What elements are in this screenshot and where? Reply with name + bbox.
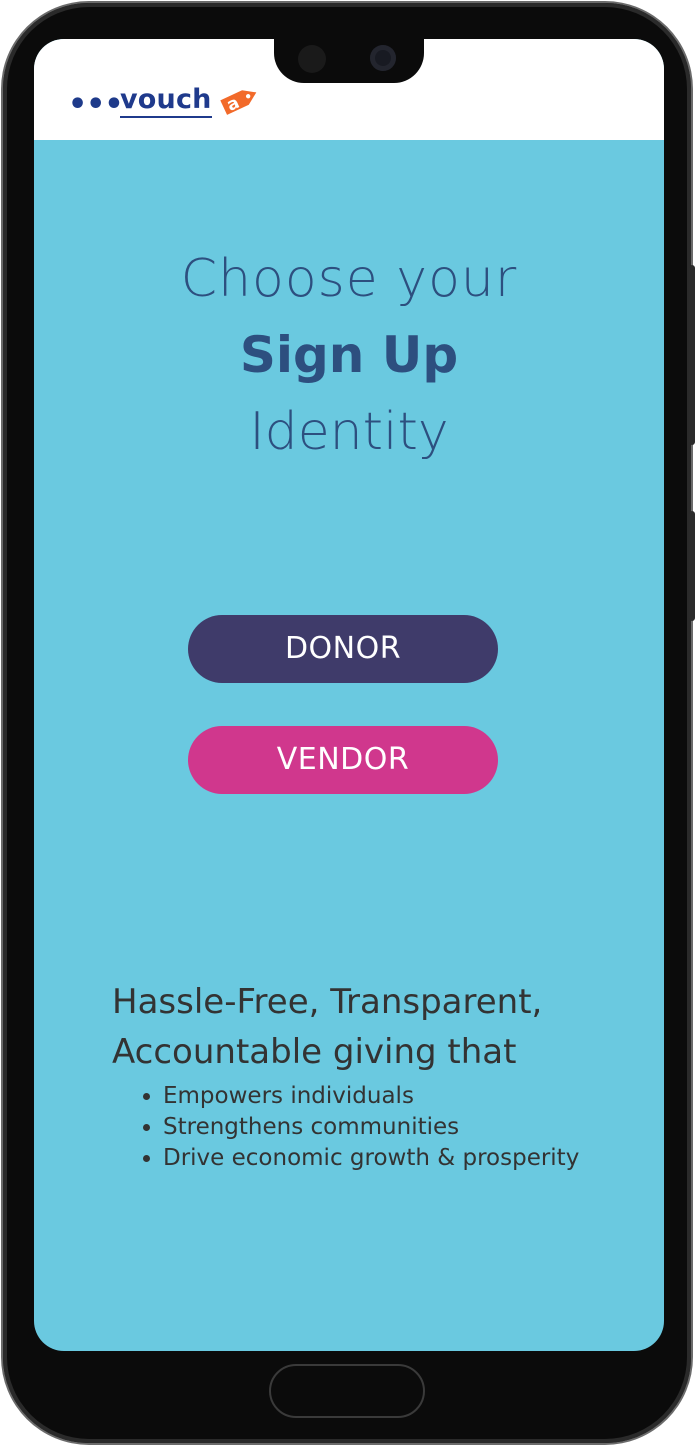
list-item: Empowers individuals (163, 1081, 583, 1112)
donor-button[interactable]: DONOR (188, 615, 498, 683)
benefit-list: Empowers individuals Strengthens communi… (138, 1081, 583, 1174)
list-item: Strengthens communities (163, 1112, 583, 1143)
front-camera-icon (370, 45, 396, 71)
tagline: Hassle-Free, Transparent, Accountable gi… (112, 982, 543, 1072)
heading-line-2: Sign Up (239, 326, 459, 384)
price-tag-icon: a (220, 90, 257, 116)
home-button[interactable] (269, 1364, 425, 1418)
volume-button (689, 265, 695, 445)
logo-text: vouch (120, 85, 212, 118)
app-header: ••• vouch a (34, 39, 664, 140)
heading-line-3: Identity (249, 402, 449, 462)
heading-line-1: Choose your (180, 249, 518, 309)
camera-notch (274, 39, 424, 83)
vouch-logo[interactable]: vouch a (120, 83, 260, 123)
power-button (689, 511, 695, 621)
phone-frame: ••• vouch a Choose your Sign Up Identity… (3, 3, 695, 1443)
ellipsis-icon[interactable]: ••• (68, 90, 124, 120)
vendor-button[interactable]: VENDOR (188, 726, 498, 794)
screen: ••• vouch a Choose your Sign Up Identity… (34, 39, 664, 1351)
list-item: Drive economic growth & prosperity (163, 1143, 583, 1174)
speaker-icon (298, 45, 326, 73)
